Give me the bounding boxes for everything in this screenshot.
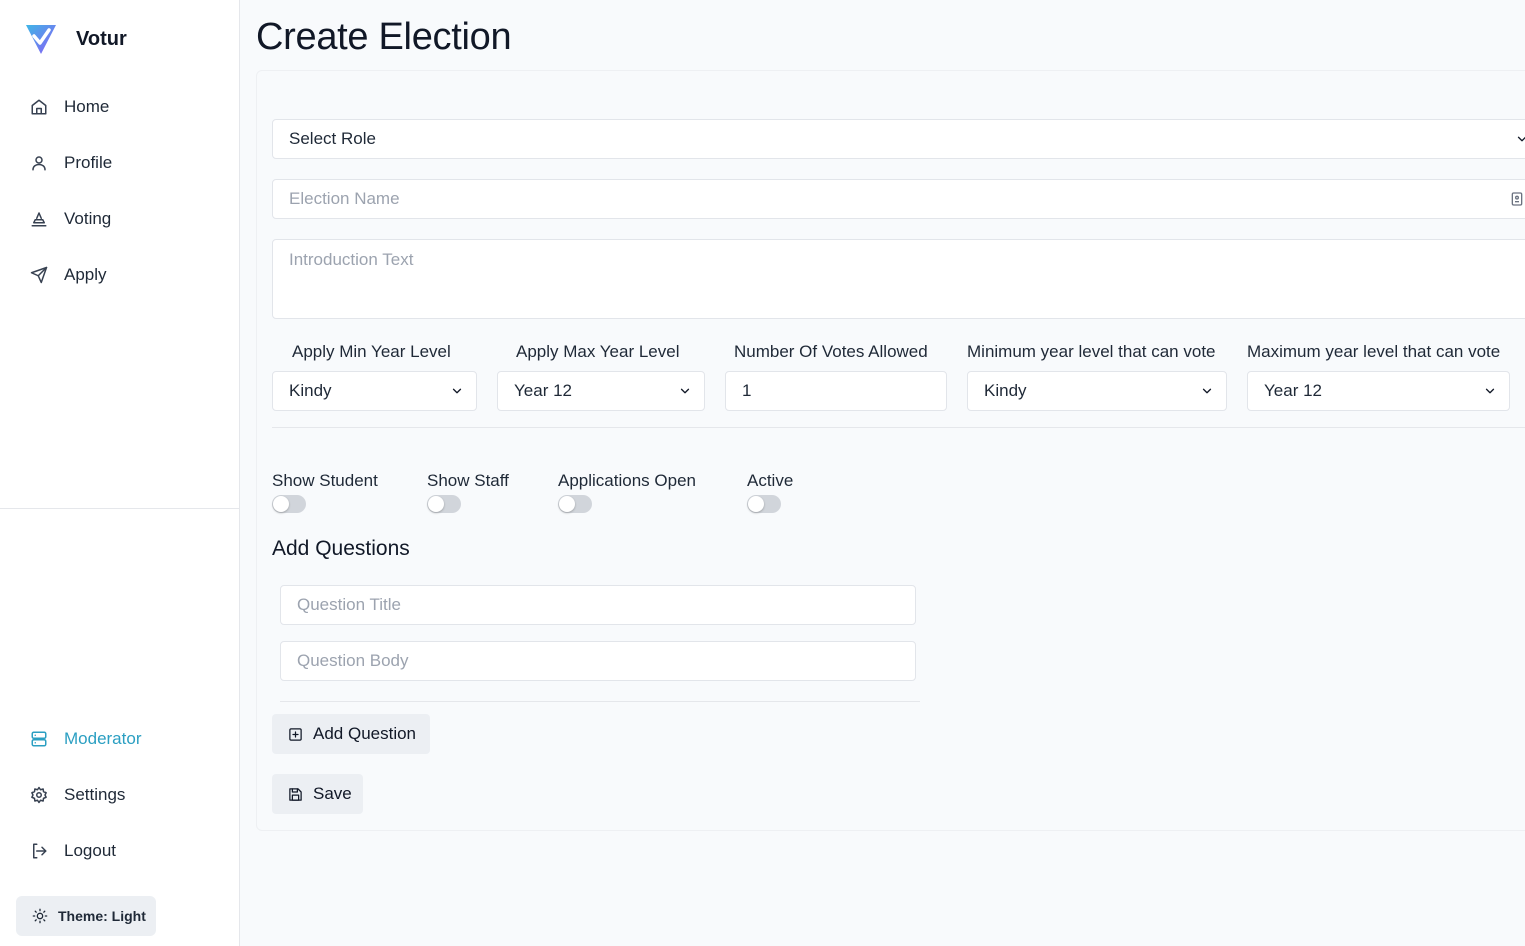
vote-icon [31,212,47,227]
nav-item-label: Settings [64,785,126,804]
nav-item-home[interactable]: Home [30,97,109,117]
divider [272,427,1525,428]
gear-icon [31,786,47,804]
nav-item-label: Logout [64,841,116,860]
max-vote-year-select[interactable]: Year 12 [1247,371,1510,411]
nav-item-voting[interactable]: Voting [30,209,111,229]
applications-open-toggle[interactable] [558,495,592,513]
max-vote-year-label: Maximum year level that can vote [1247,342,1501,361]
theme-toggle-button[interactable]: Theme: Light [16,896,156,936]
server-icon [31,731,47,747]
min-vote-year-label: Minimum year level that can vote [967,342,1216,361]
min-vote-year-value: Kindy [984,381,1027,400]
chevron-down-icon [1485,388,1495,394]
nav-item-profile[interactable]: Profile [30,153,112,173]
min-vote-year-select[interactable]: Kindy [967,371,1227,411]
election-name-placeholder: Election Name [289,189,400,208]
election-name-input[interactable]: Election Name [272,179,1525,219]
nav-item-label: Home [64,97,110,116]
add-question-button[interactable]: Add Question [272,714,430,754]
show-student-toggle[interactable] [272,495,306,513]
logout-icon [33,843,47,859]
nav-item-label: Profile [64,153,113,172]
add-question-label: Add Question [313,724,417,743]
active-toggle[interactable] [747,495,781,513]
add-questions-heading: Add Questions [272,537,410,560]
save-icon [289,787,302,801]
nav-item-label: Voting [64,209,112,228]
autofill-icon [1511,192,1523,206]
applications-open-label: Applications Open [558,471,696,490]
brand[interactable]: Votur [24,22,127,56]
votes-allowed-value: 1 [742,381,752,400]
show-staff-toggle[interactable] [427,495,461,513]
active-label: Active [747,471,794,490]
nav-item-label: Moderator [64,729,142,748]
save-button[interactable]: Save [272,774,363,814]
sun-icon [32,908,48,924]
chevron-down-icon [680,388,690,394]
chevron-down-icon [1517,136,1525,142]
votes-allowed-label: Number Of Votes Allowed [734,342,928,361]
apply-min-year-value: Kindy [289,381,332,400]
introduction-textarea[interactable]: Introduction Text [272,239,1525,319]
nav-item-settings[interactable]: Settings [30,785,125,805]
save-label: Save [313,784,352,803]
plus-square-icon [289,727,302,741]
send-icon [30,266,48,284]
nav-item-logout[interactable]: Logout [30,841,116,861]
apply-min-year-select[interactable]: Kindy [272,371,477,411]
show-staff-label: Show Staff [427,471,509,490]
home-icon [31,99,47,115]
introduction-placeholder: Introduction Text [289,250,414,269]
show-student-label: Show Student [272,471,378,490]
question-body-input[interactable]: Question Body [280,641,916,681]
app-name: Votur [76,27,127,50]
apply-max-year-value: Year 12 [514,381,572,400]
apply-max-year-label: Apply Max Year Level [516,342,680,361]
sidebar-divider [0,508,239,509]
question-title-input[interactable]: Question Title [280,585,916,625]
votes-allowed-input[interactable]: 1 [725,371,947,411]
page-title: Create Election [256,16,512,58]
nav-item-moderator[interactable]: Moderator [30,729,141,749]
chevron-down-icon [452,388,462,394]
question-title-placeholder: Question Title [297,595,401,614]
question-divider [280,701,920,702]
user-icon [32,156,46,171]
apply-max-year-select[interactable]: Year 12 [497,371,705,411]
role-select-value: Select Role [289,129,376,148]
max-vote-year-value: Year 12 [1264,381,1322,400]
apply-min-year-label: Apply Min Year Level [292,342,451,361]
votur-logo-icon [26,25,56,54]
role-select[interactable]: Select Role [272,119,1525,159]
theme-label: Theme: Light [58,908,146,924]
nav-item-label: Apply [64,265,107,284]
question-body-placeholder: Question Body [297,651,409,670]
nav-item-apply[interactable]: Apply [30,265,107,285]
chevron-down-icon [1202,388,1212,394]
sidebar: Votur Home Profile Voting Apply Moderato… [0,0,240,946]
